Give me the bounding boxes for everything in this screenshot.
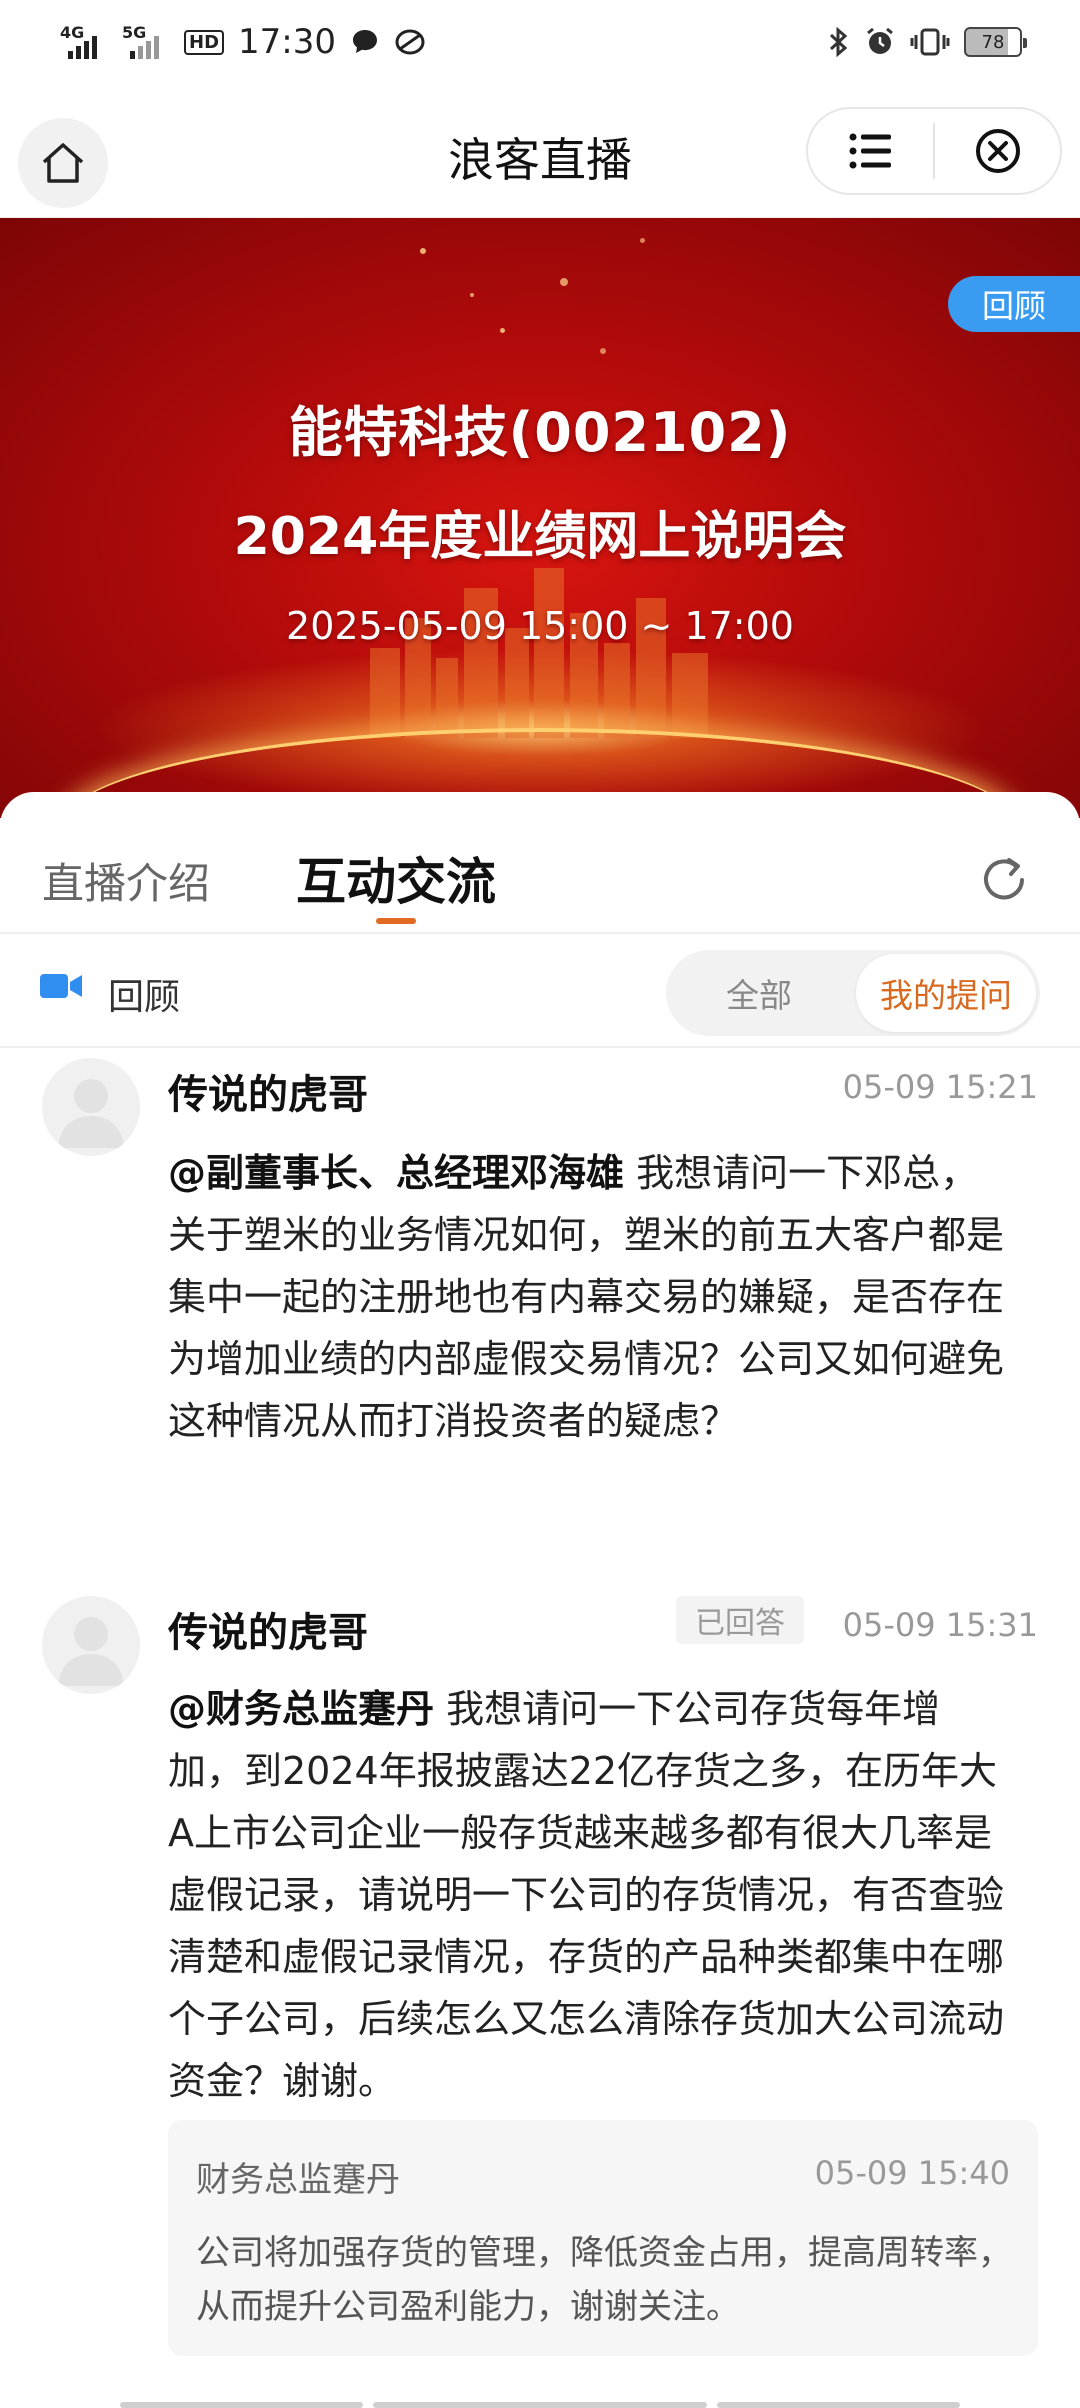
filter-row: 回顾 全部 我的提问 — [0, 934, 1080, 1048]
live-banner[interactable]: 能特科技(002102) 2024年度业绩网上说明会 2025-05-09 15… — [0, 218, 1080, 818]
content-sheet: 直播介绍 互动交流 回顾 全部 我的提问 传说的虎哥 05-09 15:21 @… — [0, 792, 1080, 2408]
menu-button[interactable] — [808, 109, 933, 193]
status-bar: 4G 5G HD 17:30 78 — [0, 0, 1080, 84]
avatar[interactable] — [42, 1596, 140, 1694]
signal-4g-icon: 4G — [60, 23, 108, 59]
mention-text[interactable]: @副董事长、总经理邓海雄 — [168, 1151, 624, 1195]
banner-time: 2025-05-09 15:00 ~ 17:00 — [286, 604, 794, 648]
hd-voice-icon: HD — [184, 29, 225, 55]
nav-bar: 浪客直播 — [0, 84, 1080, 218]
active-tab-indicator — [376, 918, 416, 924]
battery-level: 78 — [981, 31, 1005, 53]
question-body: @财务总监蹇丹 我想请问一下公司存货每年增加，到2024年报披露达22亿存货之多… — [168, 1678, 1010, 2112]
status-left: 4G 5G HD 17:30 — [60, 22, 426, 62]
user-avatar-icon — [58, 1079, 124, 1148]
close-circle-icon — [975, 129, 1020, 173]
menu-list-icon — [849, 133, 891, 169]
question-body: @副董事长、总经理邓海雄 我想请问一下邓总，关于塑米的业务情况如何，塑米的前五大… — [168, 1142, 1010, 1452]
replay-label[interactable]: 回顾 — [108, 968, 180, 1020]
question-item: 传说的虎哥 05-09 15:21 @副董事长、总经理邓海雄 我想请问一下邓总，… — [0, 1058, 1080, 1538]
question-text: 我想请问一下公司存货每年增加，到2024年报披露达22亿存货之多，在历年大A上市… — [168, 1687, 1005, 2103]
alarm-icon — [867, 27, 893, 54]
question-item: 传说的虎哥 已回答 05-09 15:31 @财务总监蹇丹 我想请问一下公司存货… — [0, 1596, 1080, 2376]
video-camera-icon — [40, 974, 82, 998]
question-time: 05-09 15:21 — [842, 1068, 1038, 1106]
status-right: 78 — [828, 26, 1027, 58]
close-button[interactable] — [935, 109, 1060, 193]
answered-badge: 已回答 — [676, 1596, 804, 1644]
question-filter-toggle: 全部 我的提问 — [666, 950, 1040, 1036]
reply-card: 财务总监蹇丹 05-09 15:40 公司将加强存货的管理，降低资金占用，提高周… — [168, 2120, 1038, 2356]
chat-bubble-icon — [353, 30, 377, 53]
filter-mine-button[interactable]: 我的提问 — [856, 954, 1036, 1032]
tab-bar: 直播介绍 互动交流 — [0, 792, 1080, 934]
reply-text: 公司将加强存货的管理，降低资金占用，提高周转率，从而提升公司盈利能力，谢谢关注。 — [196, 2233, 1012, 2327]
sparkle — [560, 278, 568, 286]
status-time: 17:30 — [238, 22, 336, 62]
battery-icon: 78 — [964, 27, 1027, 57]
filter-all-button[interactable]: 全部 — [666, 950, 852, 1036]
mention-text[interactable]: @财务总监蹇丹 — [168, 1687, 434, 1731]
question-username[interactable]: 传说的虎哥 — [168, 1062, 368, 1120]
tab-intro[interactable]: 直播介绍 — [42, 850, 210, 911]
avatar[interactable] — [42, 1058, 140, 1156]
signal-5g-icon: 5G — [122, 23, 170, 59]
tab-interact[interactable]: 互动交流 — [296, 842, 496, 914]
app-notification-icon — [395, 29, 425, 55]
mini-program-capsule — [806, 107, 1062, 195]
refresh-icon[interactable] — [976, 852, 1032, 908]
reply-time: 05-09 15:40 — [814, 2154, 1010, 2192]
banner-subtitle: 2024年度业绩网上说明会 — [233, 507, 847, 567]
sparkle — [420, 248, 426, 254]
question-username[interactable]: 传说的虎哥 — [168, 1600, 368, 1658]
sparkle — [500, 328, 505, 333]
sparkle — [600, 348, 606, 354]
city-skyline-graphic — [370, 568, 708, 738]
reply-author: 财务总监蹇丹 — [196, 2160, 400, 2200]
question-time: 05-09 15:31 — [842, 1606, 1038, 1644]
bottom-scroll-indicator — [120, 2402, 960, 2408]
sparkle — [470, 293, 474, 297]
banner-title: 能特科技(002102) — [288, 401, 792, 464]
vibrate-icon — [910, 28, 950, 56]
sparkle — [640, 238, 645, 243]
user-avatar-icon — [58, 1617, 124, 1686]
bluetooth-icon — [829, 26, 848, 58]
replay-badge[interactable]: 回顾 — [948, 276, 1080, 332]
